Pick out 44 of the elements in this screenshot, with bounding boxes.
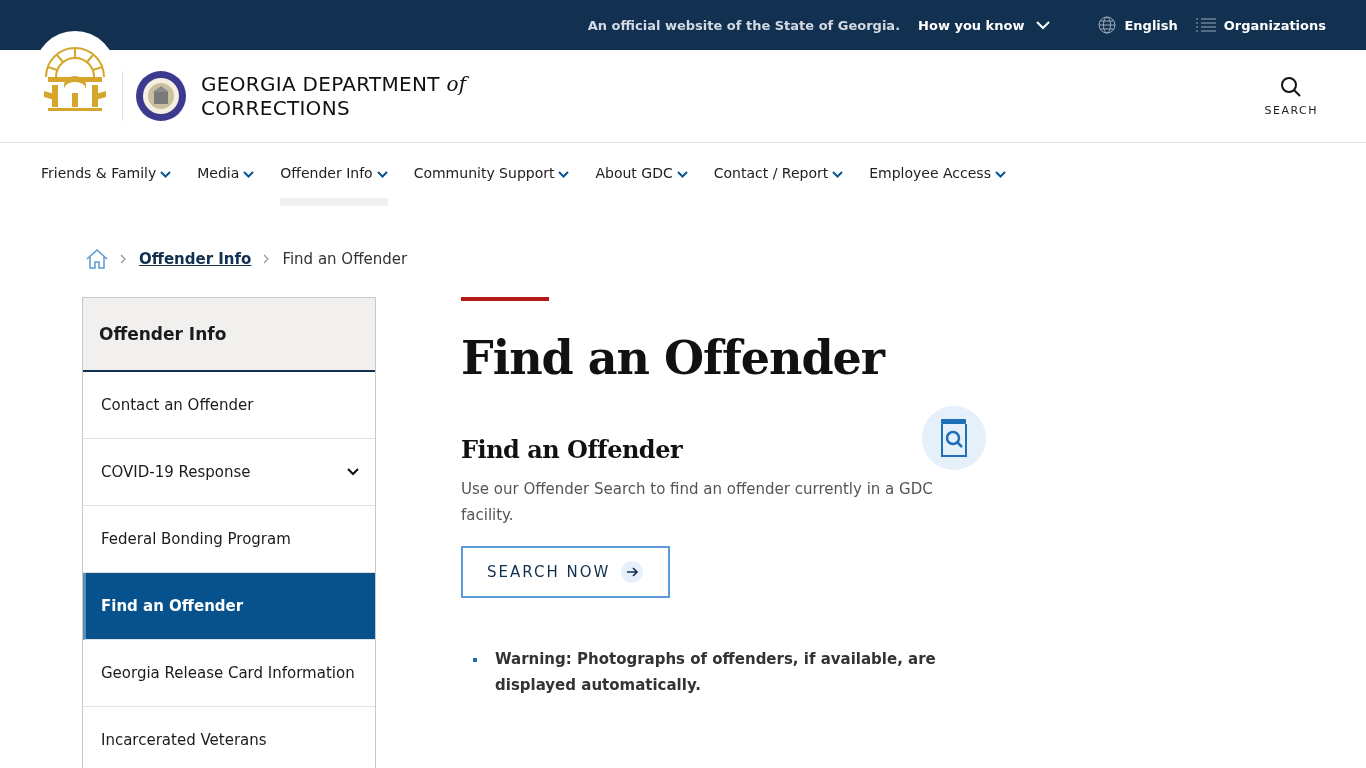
seal-icon xyxy=(135,70,187,122)
nav-menu-item[interactable]: Friends & Family xyxy=(41,143,172,206)
description-text: Use our Offender Search to find an offender currently in a GDC facility. xyxy=(461,479,934,526)
chevron-down-icon xyxy=(160,171,172,179)
how-you-know-button[interactable]: How you know xyxy=(918,17,1051,33)
sidebar-item[interactable]: Contact an Offender xyxy=(83,372,375,439)
chevron-down-icon xyxy=(832,171,844,179)
page-title: Find an Offender xyxy=(461,331,887,385)
nav-menu-item[interactable]: Community Support xyxy=(413,143,570,206)
chevron-down-icon xyxy=(994,171,1006,179)
chevron-down-icon xyxy=(558,171,570,179)
list-icon xyxy=(1195,18,1216,32)
search-now-button[interactable]: SEARCH NOW xyxy=(461,546,671,598)
nav-menu-item[interactable]: Offender Info xyxy=(280,143,388,206)
sidebar-item[interactable]: Incarcerated Veterans xyxy=(83,707,375,768)
section-title: Find an Offender xyxy=(461,435,684,464)
chevron-right-icon xyxy=(120,254,127,264)
language-button[interactable]: English xyxy=(1098,16,1178,34)
nav-menu-item[interactable]: About GDC xyxy=(595,143,688,206)
organizations-button[interactable]: Organizations xyxy=(1195,17,1326,33)
warning-text: Warning: Photographs of offenders, if available, are displayed automatically. xyxy=(495,649,937,696)
chevron-right-icon xyxy=(263,254,271,264)
search-button[interactable]: SEARCH xyxy=(1258,74,1324,118)
document-search-icon xyxy=(921,405,987,471)
chevron-down-icon[interactable] xyxy=(347,468,359,476)
department-title[interactable]: GEORGIA DEPARTMENT of CORRECTIONS xyxy=(201,72,467,120)
chevron-down-icon xyxy=(676,171,688,179)
sidebar-item[interactable]: COVID-19 Response xyxy=(83,439,375,506)
sidebar-heading: Offender Info xyxy=(83,298,375,372)
nav-menu-item[interactable]: Contact / Report xyxy=(713,143,844,206)
sidebar-item[interactable]: Georgia Release Card Information xyxy=(83,640,375,707)
search-icon xyxy=(1280,75,1303,98)
home-icon[interactable] xyxy=(86,249,108,269)
chevron-down-icon xyxy=(376,171,388,179)
chevron-down-icon xyxy=(243,171,255,179)
nav-menu-item[interactable]: Media xyxy=(197,143,255,206)
chevron-down-icon xyxy=(1036,20,1051,30)
official-notice: An official website of the State of Georgia. xyxy=(587,17,901,33)
nav-menu-item[interactable]: Employee Access xyxy=(869,143,1006,206)
arrow-right-icon xyxy=(620,560,645,584)
breadcrumb-current: Find an Offender xyxy=(282,250,408,268)
sidebar-item[interactable]: Find an Offender xyxy=(83,573,375,640)
breadcrumb-link[interactable]: Offender Info xyxy=(139,250,252,268)
globe-icon xyxy=(1098,16,1117,34)
